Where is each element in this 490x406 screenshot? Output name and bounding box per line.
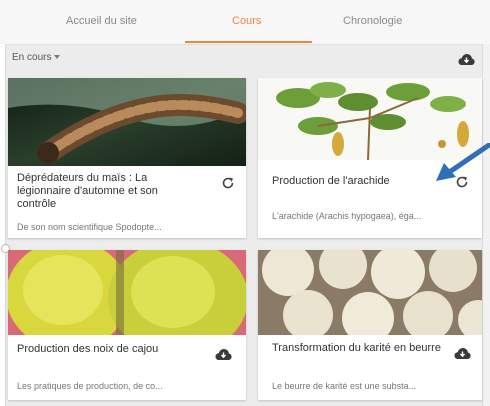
annotation-arrow-icon: [434, 142, 490, 188]
course-card[interactable]: Déprédateurs du maïs : La légionnaire d'…: [8, 78, 246, 238]
course-description: Les pratiques de production, de co...: [17, 381, 163, 391]
tab-courses[interactable]: Cours: [232, 15, 261, 44]
course-description: L'arachide (Arachis hypogaea), éga...: [272, 211, 422, 221]
refresh-icon[interactable]: [221, 176, 235, 195]
left-drawer-edge: [0, 44, 6, 406]
scrollbar[interactable]: [482, 44, 490, 406]
cloud-download-icon[interactable]: [215, 348, 232, 366]
course-title[interactable]: Transformation du karité en beurre: [272, 342, 442, 355]
course-filter-dropdown[interactable]: En cours: [12, 52, 61, 63]
course-title[interactable]: Déprédateurs du maïs : La légionnaire d'…: [17, 172, 197, 211]
course-card[interactable]: Production des noix de cajou Les pratiqu…: [8, 250, 246, 400]
cloud-download-icon[interactable]: [454, 347, 471, 365]
course-title[interactable]: Production des noix de cajou: [17, 343, 197, 356]
tab-timeline[interactable]: Chronologie: [343, 15, 402, 44]
course-card[interactable]: Transformation du karité en beurre Le be…: [258, 250, 482, 400]
cashew-fruit-image: [8, 250, 246, 335]
tab-bar: Accueil du site Cours Chronologie: [0, 0, 490, 45]
course-description: De son nom scientifique Spodopte...: [17, 222, 162, 232]
tab-home[interactable]: Accueil du site: [66, 15, 137, 44]
caret-down-icon: [54, 55, 61, 60]
course-title[interactable]: Production de l'arachide: [272, 175, 442, 188]
course-description: Le beurre de karité est une substa...: [272, 381, 417, 391]
shea-butter-image: [258, 250, 482, 335]
active-tab-indicator: [185, 41, 312, 43]
filter-label: En cours: [12, 52, 52, 63]
cloud-download-icon[interactable]: [458, 53, 475, 71]
caterpillar-image: [8, 78, 246, 166]
